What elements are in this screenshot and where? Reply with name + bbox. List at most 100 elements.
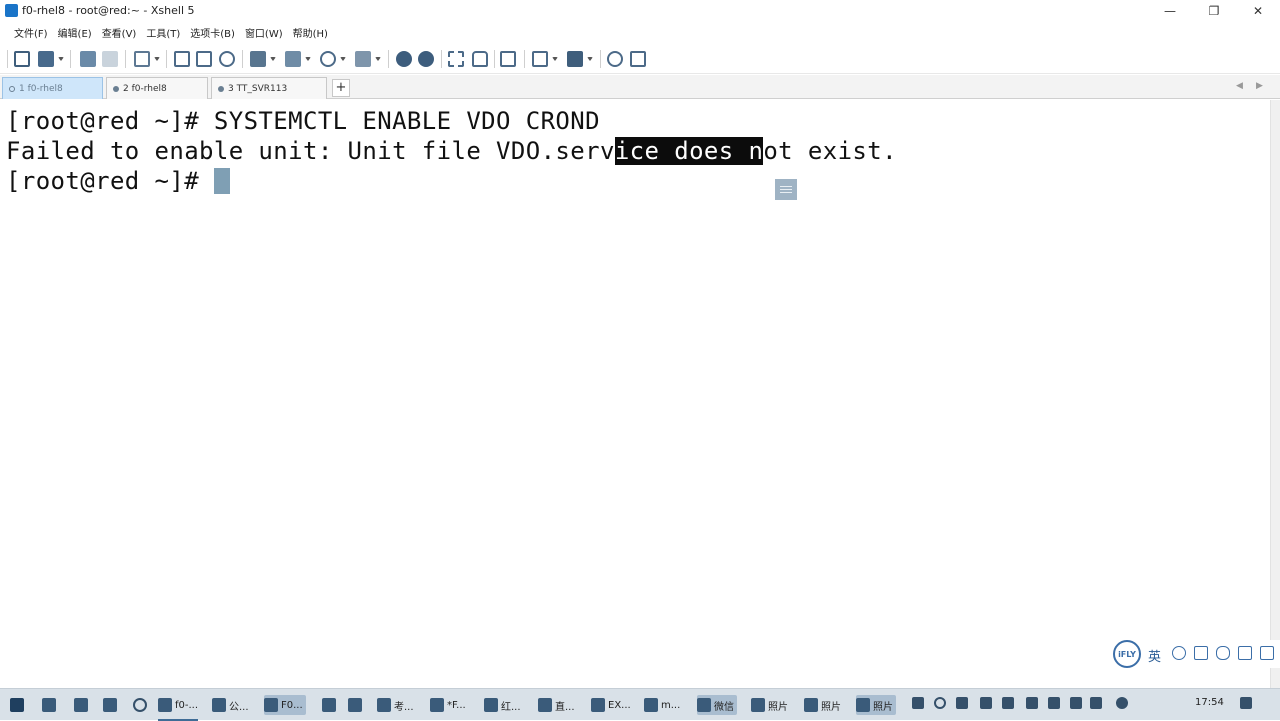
keyboard-tray-icon[interactable] <box>1048 697 1060 709</box>
terminal-output[interactable]: [root@red ~]# SYSTEMCTL ENABLE VDO CROND… <box>0 100 1270 688</box>
menu-view[interactable]: 查看(V) <box>102 25 137 40</box>
microphone-icon[interactable] <box>1216 646 1230 660</box>
moon-icon[interactable] <box>1172 646 1186 660</box>
tab-session-3[interactable]: 3 TT_SVR113 <box>211 77 327 99</box>
punctuation-icon[interactable] <box>1194 646 1208 660</box>
menu-tab[interactable]: 选项卡(B) <box>190 25 235 40</box>
action-center-icon[interactable] <box>1240 697 1252 709</box>
app-taskbar-icon <box>348 698 362 712</box>
photos-taskbar-icon <box>856 698 870 712</box>
taskbar-item-10[interactable]: EX... <box>591 695 631 715</box>
restore-button[interactable]: ❐ <box>1192 0 1236 22</box>
print-dropdown-icon[interactable] <box>270 57 276 61</box>
terminal-scrollbar[interactable] <box>1270 100 1280 688</box>
highlight-icon[interactable] <box>355 51 371 67</box>
floating-menu-icon[interactable] <box>775 179 797 200</box>
menu-help[interactable]: 帮助(H) <box>293 25 328 40</box>
taskbar-label: 照片 <box>768 701 788 713</box>
open-dropdown-icon[interactable] <box>58 57 64 61</box>
properties-icon[interactable] <box>134 51 150 67</box>
globe-dropdown-icon[interactable] <box>340 57 346 61</box>
bluetooth-icon[interactable] <box>980 697 992 709</box>
menu-window[interactable]: 窗口(W) <box>245 25 283 40</box>
fullscreen-icon[interactable] <box>448 51 464 67</box>
chat-icon[interactable] <box>630 51 646 67</box>
ie-icon[interactable] <box>74 695 91 715</box>
taskbar-item-11[interactable]: m... <box>644 695 680 715</box>
add-tab-button[interactable]: + <box>332 79 350 97</box>
new-session-icon[interactable] <box>14 51 30 67</box>
taskbar-item-2[interactable]: 公... <box>212 695 249 715</box>
tab-scroll-right-icon[interactable]: ▶ <box>1256 81 1263 91</box>
taskbar-label: *F... <box>447 699 466 711</box>
volume-icon[interactable] <box>1090 697 1102 709</box>
highlight-dropdown-icon[interactable] <box>375 57 381 61</box>
ring-icon[interactable] <box>934 697 946 709</box>
grid-icon[interactable] <box>1260 646 1274 660</box>
taskbar-clock[interactable]: 17:54 <box>1195 697 1224 708</box>
taskbar-item-6[interactable]: 考... <box>377 695 414 715</box>
taskbar-item-9[interactable]: 直... <box>538 695 575 715</box>
tab-scroll-left-icon[interactable]: ◀ <box>1236 81 1243 91</box>
taskbar-item-3[interactable]: F0... <box>264 695 306 715</box>
start-button[interactable] <box>10 695 27 715</box>
menu-edit[interactable]: 编辑(E) <box>58 25 92 40</box>
menu-tools[interactable]: 工具(T) <box>146 25 180 40</box>
menu-file[interactable]: 文件(F) <box>14 25 48 40</box>
open-folder-icon[interactable] <box>38 51 54 67</box>
taskbar-item-5[interactable] <box>348 695 365 715</box>
disconnect-icon[interactable] <box>80 51 96 67</box>
circle-icon <box>133 698 147 712</box>
taskbar-label: 照片 <box>821 701 841 713</box>
transfer-dropdown-icon[interactable] <box>305 57 311 61</box>
tab-session-2[interactable]: 2 f0-rhel8 <box>106 77 208 99</box>
layout-dropdown-icon[interactable] <box>587 57 593 61</box>
paste-icon[interactable] <box>196 51 212 67</box>
app-icon[interactable] <box>103 695 120 715</box>
taskbar-item-8[interactable]: 红... <box>484 695 521 715</box>
reconnect-icon[interactable] <box>102 51 118 67</box>
terminal-line-error: Failed to enable unit: Unit file VDO.ser… <box>6 136 897 166</box>
ime-toolbar: iFLY 英 <box>1112 640 1280 668</box>
taskbar-item-photos-1[interactable]: 照片 <box>751 695 788 715</box>
toolbar-grip <box>7 50 8 68</box>
taskbar-item-7[interactable]: *F... <box>430 695 466 715</box>
taskbar-item-4[interactable] <box>322 695 339 715</box>
microphone-tray-icon[interactable] <box>956 697 968 709</box>
keyboard-icon[interactable] <box>1238 646 1252 660</box>
minimize-button[interactable]: — <box>1148 0 1192 22</box>
shell-prompt: [root@red ~]# <box>6 167 214 195</box>
ime-mode-toggle[interactable]: 英 <box>1148 646 1161 665</box>
notification-icon[interactable] <box>912 697 924 709</box>
find-icon[interactable] <box>219 51 235 67</box>
taskbar-item-photos-3[interactable]: 照片 <box>856 695 896 715</box>
refresh-icon[interactable] <box>42 695 59 715</box>
taskbar-item-xshell[interactable]: f0-... <box>158 695 199 721</box>
globe-icon[interactable] <box>320 51 336 67</box>
keyboard-icon[interactable] <box>500 51 516 67</box>
xftp-icon[interactable] <box>396 51 412 67</box>
network-icon[interactable] <box>1026 697 1038 709</box>
help-icon[interactable] <box>607 51 623 67</box>
transfer-icon[interactable] <box>285 51 301 67</box>
layout-icon[interactable] <box>567 51 583 67</box>
taskbar-label: F0... <box>281 699 303 711</box>
close-button[interactable]: ✕ <box>1236 0 1280 22</box>
taskbar-item-wechat[interactable]: 微信 <box>697 695 737 715</box>
refresh-glyph-icon <box>42 698 56 712</box>
ifly-logo-icon[interactable]: iFLY <box>1113 640 1141 668</box>
terminal-cursor <box>213 168 230 194</box>
compose-dropdown-icon[interactable] <box>552 57 558 61</box>
tunnel-icon[interactable] <box>418 51 434 67</box>
properties-dropdown-icon[interactable] <box>154 57 160 61</box>
tab-session-1[interactable]: 1 f0-rhel8 <box>2 77 103 99</box>
lock-icon[interactable] <box>472 51 488 67</box>
print-icon[interactable] <box>250 51 266 67</box>
taskbar-item-photos-2[interactable]: 照片 <box>804 695 841 715</box>
ime-tray-icon[interactable] <box>1116 697 1128 709</box>
security-icon[interactable] <box>1002 697 1014 709</box>
compose-icon[interactable] <box>532 51 548 67</box>
cortana-icon[interactable] <box>133 695 150 715</box>
copy-icon[interactable] <box>174 51 190 67</box>
wifi-icon[interactable] <box>1070 697 1082 709</box>
